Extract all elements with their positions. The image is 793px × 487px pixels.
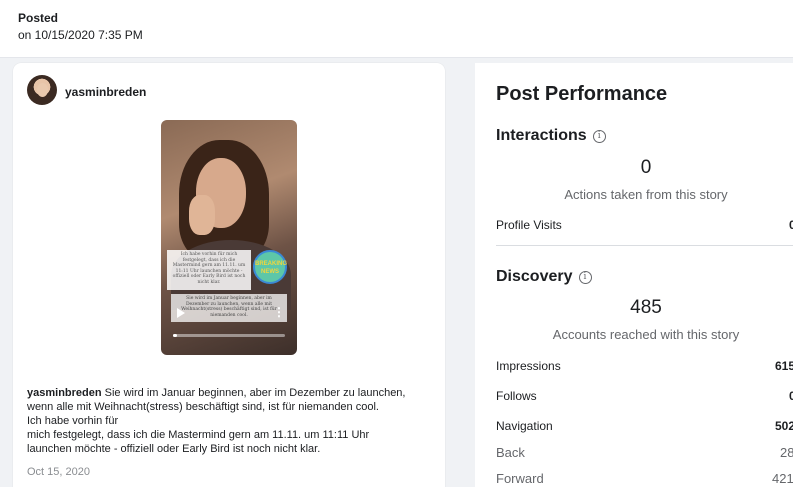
discovery-subtitle: Accounts reached with this story	[552, 327, 740, 342]
more-icon[interactable]: ⋮	[273, 306, 285, 318]
discovery-count: 485	[630, 297, 662, 318]
info-icon[interactable]: i	[578, 271, 592, 284]
forward-value: 421	[772, 471, 793, 486]
post-status: Posted	[18, 11, 59, 25]
forward-label: Forward	[496, 471, 544, 486]
play-icon[interactable]	[177, 308, 185, 318]
impressions-label: Impressions	[496, 359, 561, 373]
follows-label: Follows	[496, 389, 537, 403]
back-label: Back	[496, 445, 525, 460]
back-value: 28	[780, 445, 793, 460]
interactions-heading: Interactions i	[496, 127, 606, 145]
profile-visits-label: Profile Visits	[496, 218, 562, 232]
story-text-overlay-2: Sie wird im Januar beginnen, aber im Dez…	[171, 294, 287, 322]
interactions-subtitle: Actions taken from this story	[564, 187, 728, 202]
navigation-label: Navigation	[496, 419, 553, 433]
profile-visits-value: 0	[789, 218, 793, 232]
caption-username[interactable]: yasminbreden	[27, 387, 102, 399]
avatar[interactable]	[27, 75, 57, 105]
navigation-value: 502	[775, 419, 793, 433]
post-caption: yasminbreden Sie wird im Januar beginnen…	[27, 386, 435, 456]
story-text-overlay-1: Ich habe vorhin für mich festgelegt, das…	[167, 250, 251, 290]
panel-title: Post Performance	[496, 83, 668, 105]
breaking-news-badge: BREAKING NEWS	[253, 250, 287, 284]
performance-panel: Post Performance Interactions i 0 Actions…	[475, 63, 793, 487]
story-progress-bar[interactable]	[173, 334, 285, 337]
impressions-value: 615	[775, 359, 793, 373]
post-date: Oct 15, 2020	[27, 466, 90, 478]
username[interactable]: yasminbreden	[65, 85, 146, 99]
section-divider	[496, 245, 793, 246]
post-datetime: on 10/15/2020 7:35 PM	[18, 28, 143, 42]
interactions-count: 0	[640, 157, 652, 178]
post-header: Posted on 10/15/2020 7:35 PM	[0, 0, 793, 58]
discovery-heading: Discovery i	[496, 268, 592, 286]
story-card: yasminbreden Ich habe vorhin für mich fe…	[13, 63, 445, 487]
follows-value: 0	[789, 389, 793, 403]
info-icon[interactable]: i	[592, 130, 606, 143]
story-preview[interactable]: Ich habe vorhin für mich festgelegt, das…	[161, 120, 297, 355]
